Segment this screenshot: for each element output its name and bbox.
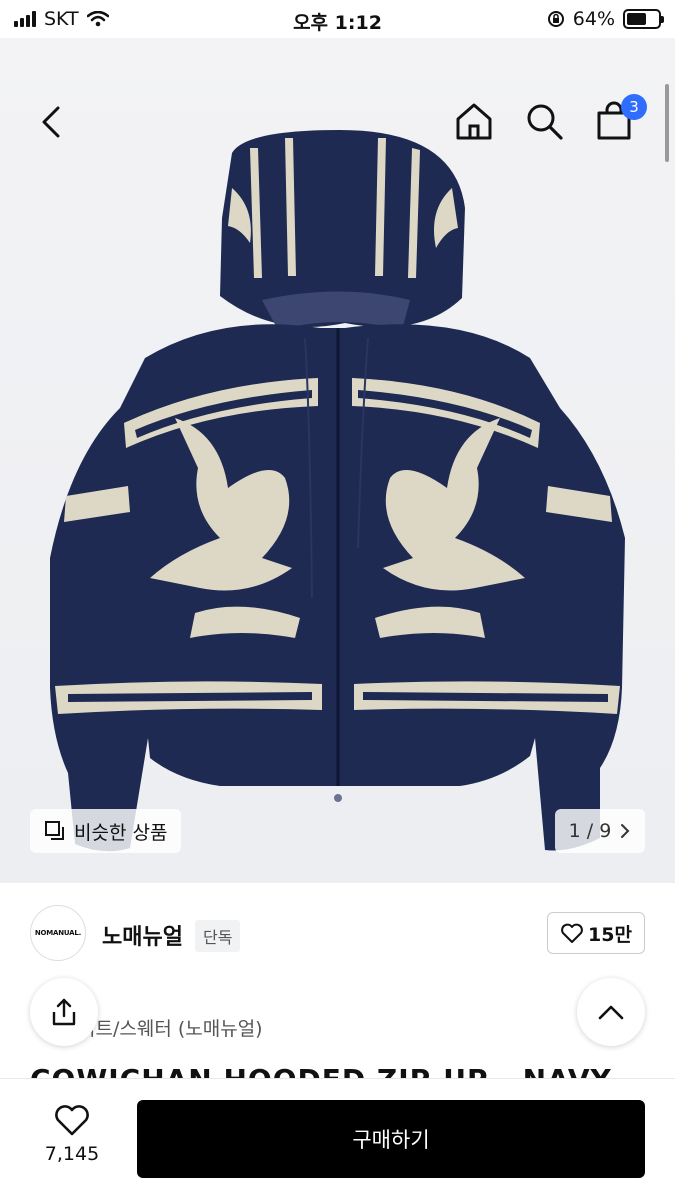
brand-like-count: 15만 [588, 923, 632, 946]
share-button[interactable] [30, 978, 98, 1046]
home-icon [456, 103, 492, 140]
brand-like-button[interactable]: 15만 [547, 912, 645, 954]
similar-products-label: 비슷한 상품 [74, 821, 168, 844]
image-page-indicator[interactable]: 1 / 9 [555, 809, 645, 853]
cart-button[interactable]: 3 [593, 94, 647, 142]
battery-percent: 64% [572, 8, 615, 30]
page-counter: 1 / 9 [568, 820, 612, 842]
similar-items-icon [45, 821, 64, 840]
chevron-up-icon [598, 1005, 624, 1020]
exclusive-badge: 단독 [195, 920, 241, 952]
chevron-right-icon [621, 824, 630, 838]
heart-icon [55, 1105, 89, 1136]
bottom-action-bar: 7,145 구매하기 [0, 1078, 675, 1200]
wishlist-count: 7,145 [44, 1143, 100, 1165]
brand-logo-text: NOMANUAL. [34, 929, 82, 937]
battery-icon [623, 9, 664, 29]
status-right: 64% [547, 8, 664, 30]
share-icon [52, 998, 76, 1026]
similar-products-button[interactable]: 비슷한 상품 [30, 809, 182, 853]
home-button[interactable] [453, 100, 495, 142]
product-title: COWICHAN HOODED ZIP-UP - NAVY [30, 1066, 645, 1078]
search-icon [527, 104, 563, 140]
brand-row: NOMANUAL. 노매뉴얼 단독 15만 [30, 905, 645, 961]
search-button[interactable] [523, 100, 565, 142]
back-button[interactable] [30, 100, 74, 144]
scrollbar-thumb[interactable] [665, 84, 669, 162]
heart-icon [561, 923, 583, 943]
chevron-left-icon [42, 106, 60, 138]
cart-count-badge: 3 [621, 94, 647, 120]
buy-button-label: 구매하기 [352, 1128, 430, 1152]
wishlist-button[interactable]: 7,145 [30, 1103, 114, 1165]
scroll-top-button[interactable] [577, 978, 645, 1046]
product-title-text: COWICHAN HOODED ZIP-UP - NAVY [30, 1066, 645, 1078]
brand-logo[interactable]: NOMANUAL. [30, 905, 86, 961]
brand-name[interactable]: 노매뉴얼 [102, 919, 183, 951]
status-bar: SKT 오후 1:12 64% [0, 0, 675, 38]
product-image[interactable] [0, 38, 675, 883]
rotation-lock-icon [547, 11, 564, 27]
top-nav-icons: 3 [453, 94, 647, 142]
product-image-gallery[interactable]: 3 [0, 38, 675, 883]
buy-button[interactable]: 구매하기 [137, 1100, 645, 1178]
